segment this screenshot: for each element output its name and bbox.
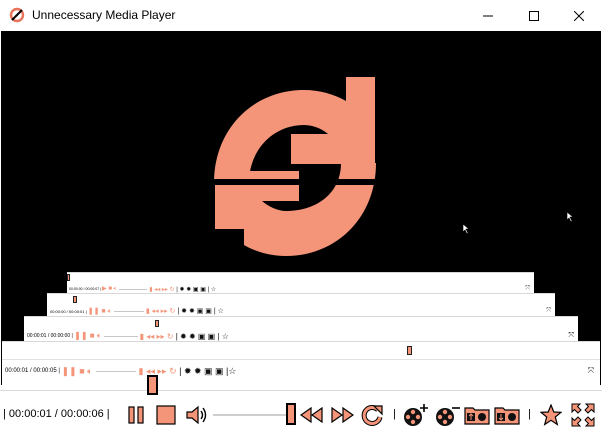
seek-thumb[interactable] [147, 375, 158, 395]
open-folder-button[interactable] [464, 403, 490, 427]
close-icon [574, 10, 584, 21]
seek-track[interactable] [0, 390, 602, 391]
control-bar: | 00:00:01 / 00:00:06 | | | [0, 398, 602, 432]
save-folder-button[interactable] [494, 403, 520, 427]
reload-button[interactable] [360, 403, 384, 427]
title-bar: Unnecessary Media Player [0, 0, 602, 31]
rewind-icon [300, 407, 323, 423]
reload-icon [9, 7, 25, 23]
stop-button[interactable] [155, 403, 177, 427]
reload-icon [361, 404, 383, 426]
time-display: | 00:00:01 / 00:00:06 | [3, 408, 110, 420]
volume-slider[interactable] [213, 414, 287, 416]
maximize-button[interactable] [511, 0, 557, 31]
close-button[interactable] [556, 0, 602, 31]
mouse-cursor-icon [463, 224, 470, 234]
time-display-value: 00:00:01 / 00:00:06 [8, 408, 104, 420]
nested-player-frame: 00:00:01 / 00:00:05 | ❚❚ ■ 🔈︎ ▮ ◂◂ ▸▸ ↻ … [2, 341, 600, 385]
nested-time: 00:00:00 / 00:00:01 [50, 308, 85, 314]
nested-time: 00:00:00 / 00:00:07 [69, 287, 100, 291]
nested-seek-thumb [73, 296, 77, 303]
add-film-icon [404, 404, 428, 426]
favorite-star-icon [540, 404, 562, 426]
volume-thumb[interactable] [286, 403, 296, 425]
fast-forward-button[interactable] [330, 403, 354, 427]
stop-icon [156, 405, 176, 425]
nested-seek-thumb [155, 320, 159, 327]
remove-film-icon [436, 407, 460, 426]
open-folder-film-icon [464, 407, 490, 425]
nested-player-frame: 00:00:00 / 00:00:01 | ❚❚ ■ 🔈︎ ▮ ◂◂ ▸▸ ↻ … [47, 293, 555, 316]
volume-button[interactable] [186, 403, 208, 427]
remove-media-button[interactable] [434, 403, 462, 427]
separator: | [393, 408, 396, 420]
save-folder-film-icon [494, 407, 520, 425]
mouse-cursor-icon [567, 212, 574, 222]
seek-bar[interactable] [0, 385, 602, 396]
window-title: Unnecessary Media Player [32, 8, 176, 22]
separator: | [528, 408, 531, 420]
video-area[interactable]: 00:00:01 / 00:00:05 | ❚❚ ■ 🔈︎ ▮ ◂◂ ▸▸ ↻ … [1, 31, 601, 385]
nested-player-frame: 00:00:01 / 00:00:00 | ❚❚ ■ 🔈︎ ▮ ◂◂ ▸▸ ↻ … [24, 316, 578, 341]
nested-seek-thumb [67, 274, 70, 281]
minimize-icon [483, 15, 493, 16]
pause-icon [128, 406, 144, 424]
nested-time: 00:00:01 / 00:00:05 [5, 368, 57, 374]
fullscreen-icon [571, 403, 595, 427]
minimize-button[interactable] [465, 0, 511, 31]
fullscreen-button[interactable] [570, 403, 596, 427]
add-media-button[interactable] [402, 403, 430, 427]
rewind-button[interactable] [300, 403, 324, 427]
nested-time: 00:00:01 / 00:00:00 [27, 333, 71, 339]
pause-button[interactable] [127, 403, 145, 427]
fast-forward-icon [331, 407, 354, 423]
nested-seek-thumb [407, 346, 412, 355]
maximize-icon [529, 10, 539, 21]
reload-icon [211, 77, 381, 256]
favorite-button[interactable] [539, 403, 563, 427]
volume-icon [186, 405, 207, 425]
nested-player-frame: 00:00:00 / 00:00:07 | ▶ ■ 🔈︎ ▮ ◂◂ ▸▸ ↻ |… [67, 272, 534, 293]
